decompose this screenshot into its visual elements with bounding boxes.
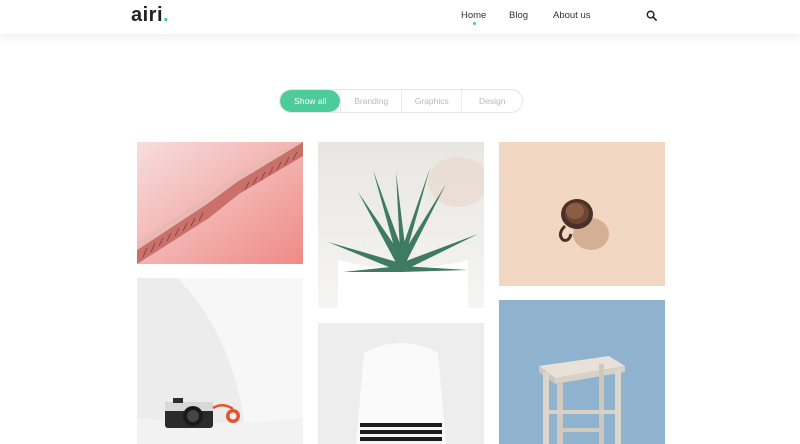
filter-design[interactable]: Design: [461, 90, 522, 112]
portfolio-item-aloe-plant[interactable]: [318, 142, 484, 308]
portfolio-filter-bar: Show all Branding Graphics Design: [279, 89, 523, 113]
filter-graphics[interactable]: Graphics: [400, 90, 462, 112]
logo[interactable]: airi.: [131, 4, 169, 27]
coffee-cup-image: [499, 142, 665, 286]
portfolio-item-coffee-cup[interactable]: [499, 142, 665, 286]
filter-show-all[interactable]: Show all: [280, 90, 341, 112]
logo-text: airi: [131, 4, 164, 26]
chair-with-striped-cloth-image: [318, 323, 484, 444]
portfolio-item-chair[interactable]: [318, 323, 484, 444]
nav-about-us[interactable]: About us: [553, 10, 591, 21]
nav-home[interactable]: Home: [461, 10, 486, 21]
nav-active-indicator: [473, 22, 476, 25]
portfolio-item-camera[interactable]: [137, 278, 303, 444]
search-icon[interactable]: [646, 10, 657, 21]
aloe-plant-image: [318, 142, 484, 308]
camera-on-chair-image: [137, 278, 303, 444]
logo-dot: .: [163, 4, 170, 26]
filter-branding[interactable]: Branding: [340, 90, 401, 112]
portfolio-item-stool[interactable]: [499, 300, 665, 444]
site-header: airi. Home Blog About us: [0, 0, 800, 34]
nav-blog[interactable]: Blog: [509, 10, 528, 21]
escalator-image: [137, 142, 303, 264]
portfolio-item-escalator[interactable]: [137, 142, 303, 264]
wooden-stool-image: [499, 300, 665, 444]
